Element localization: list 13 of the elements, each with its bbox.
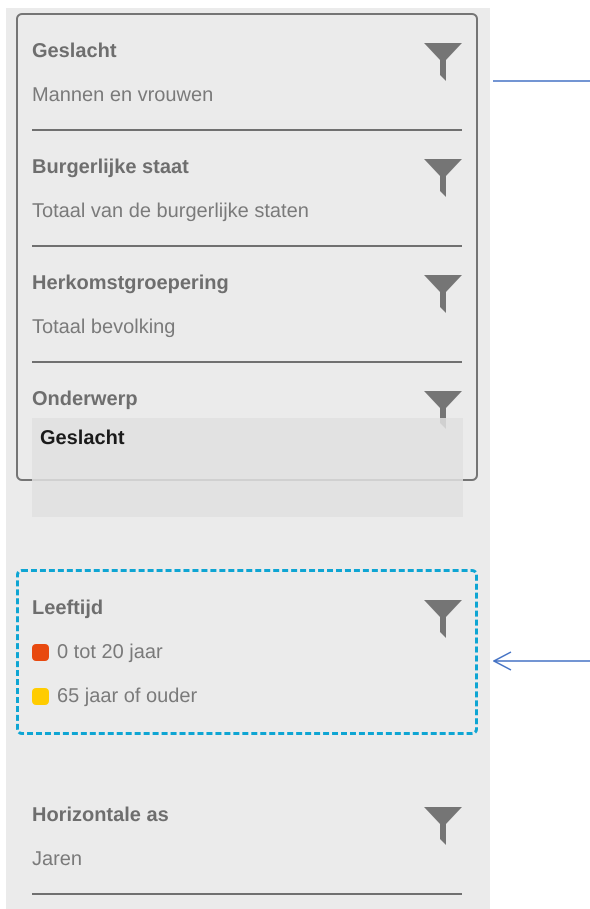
field-value: Totaal bevolking (32, 315, 176, 339)
field-title: Horizontale as (32, 803, 169, 827)
field-value: Totaal van de burgerlijke staten (32, 199, 309, 223)
field-title: Onderwerp (32, 387, 138, 411)
field-value: Jaren (32, 847, 82, 871)
field-title: Leeftijd (32, 596, 104, 620)
field-value: 65 jaar of ouder (57, 684, 198, 708)
field-title: Geslacht (32, 39, 118, 63)
field-title: Burgerlijke staat (32, 155, 190, 179)
dragged-field-card[interactable]: Geslacht (32, 418, 463, 517)
field-value: 0 tot 20 jaar (57, 640, 163, 664)
field-value: Mannen en vrouwen (32, 83, 214, 107)
field-title: Herkomstgroepering (32, 271, 229, 295)
